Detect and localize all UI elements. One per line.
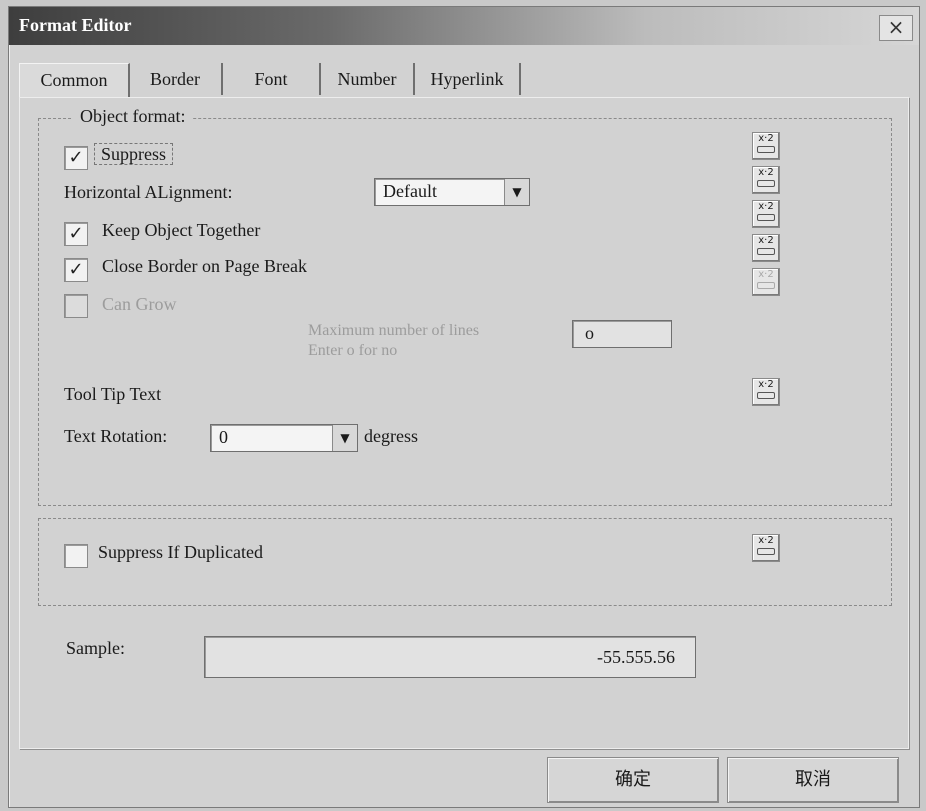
close-border-checkbox[interactable]: ✓ bbox=[64, 258, 88, 282]
can-grow-label: Can Grow bbox=[102, 294, 177, 314]
formula-button-suppress[interactable]: x·2 bbox=[752, 132, 780, 160]
formula-icon: x·2 bbox=[758, 379, 774, 390]
formula-button-suppress-dup[interactable]: x·2 bbox=[752, 534, 780, 562]
formula-icon: x·2 bbox=[758, 167, 774, 178]
tab-border[interactable]: Border bbox=[129, 63, 223, 95]
formula-button-keep-together[interactable]: x·2 bbox=[752, 200, 780, 228]
rotation-unit: degress bbox=[364, 426, 418, 446]
cancel-button[interactable]: 取消 bbox=[727, 757, 899, 803]
rotation-label: Text Rotation: bbox=[64, 426, 168, 446]
close-button[interactable]: × bbox=[879, 15, 913, 41]
suppress-label: Suppress bbox=[94, 143, 174, 165]
tab-font[interactable]: Font bbox=[223, 63, 321, 95]
sample-preview: -55.555.56 bbox=[204, 636, 696, 678]
max-lines-label: Maximum number of lines bbox=[308, 322, 480, 339]
suppress-checkbox[interactable]: ✓ bbox=[64, 146, 88, 170]
halign-label: Horizontal ALignment: bbox=[64, 182, 233, 202]
max-lines-value: o bbox=[585, 323, 594, 343]
formula-icon: x·2 bbox=[758, 201, 774, 212]
can-grow-checkbox[interactable] bbox=[64, 294, 88, 318]
suppress-dup-label: Suppress If Duplicated bbox=[98, 542, 263, 562]
tab-hyperlink[interactable]: Hyperlink bbox=[415, 63, 521, 95]
suppress-dup-checkbox[interactable] bbox=[64, 544, 88, 568]
keep-together-checkbox[interactable]: ✓ bbox=[64, 222, 88, 246]
ok-button[interactable]: 确定 bbox=[547, 757, 719, 803]
rotation-select[interactable]: 0 ▼ bbox=[210, 424, 358, 452]
halign-select[interactable]: Default ▼ bbox=[374, 178, 530, 206]
formula-button-tooltip[interactable]: x·2 bbox=[752, 378, 780, 406]
sample-value: -55.555.56 bbox=[597, 647, 675, 667]
suppress-label-wrap: Suppress bbox=[94, 143, 174, 165]
formula-button-close-border[interactable]: x·2 bbox=[752, 234, 780, 262]
rotation-value: 0 bbox=[219, 427, 228, 447]
formula-icon: x·2 bbox=[758, 535, 774, 546]
chevron-down-icon[interactable]: ▼ bbox=[504, 179, 529, 205]
chevron-down-icon[interactable]: ▼ bbox=[332, 425, 357, 451]
tab-common[interactable]: Common bbox=[19, 63, 130, 98]
formula-button-halign[interactable]: x·2 bbox=[752, 166, 780, 194]
formula-icon: x·2 bbox=[758, 269, 774, 280]
close-border-label: Close Border on Page Break bbox=[102, 256, 307, 276]
halign-value: Default bbox=[383, 181, 437, 201]
tab-panel-common: Object format: ✓ Suppress Horizontal ALi… bbox=[19, 97, 909, 749]
object-format-legend: Object format: bbox=[72, 106, 194, 127]
formula-icon: x·2 bbox=[758, 235, 774, 246]
title-bar: Format Editor × bbox=[9, 7, 919, 45]
max-lines-input[interactable]: o bbox=[572, 320, 672, 348]
max-lines-hint: Enter o for no bbox=[308, 342, 398, 359]
window-title: Format Editor bbox=[19, 15, 132, 35]
tab-number[interactable]: Number bbox=[321, 63, 415, 95]
keep-together-label: Keep Object Together bbox=[102, 220, 261, 240]
tooltip-label: Tool Tip Text bbox=[64, 384, 162, 404]
sample-label: Sample: bbox=[66, 638, 125, 658]
formula-button-can-grow[interactable]: x·2 bbox=[752, 268, 780, 296]
format-editor-dialog: Format Editor × Common Border Font Numbe… bbox=[8, 6, 920, 808]
formula-icon: x·2 bbox=[758, 133, 774, 144]
